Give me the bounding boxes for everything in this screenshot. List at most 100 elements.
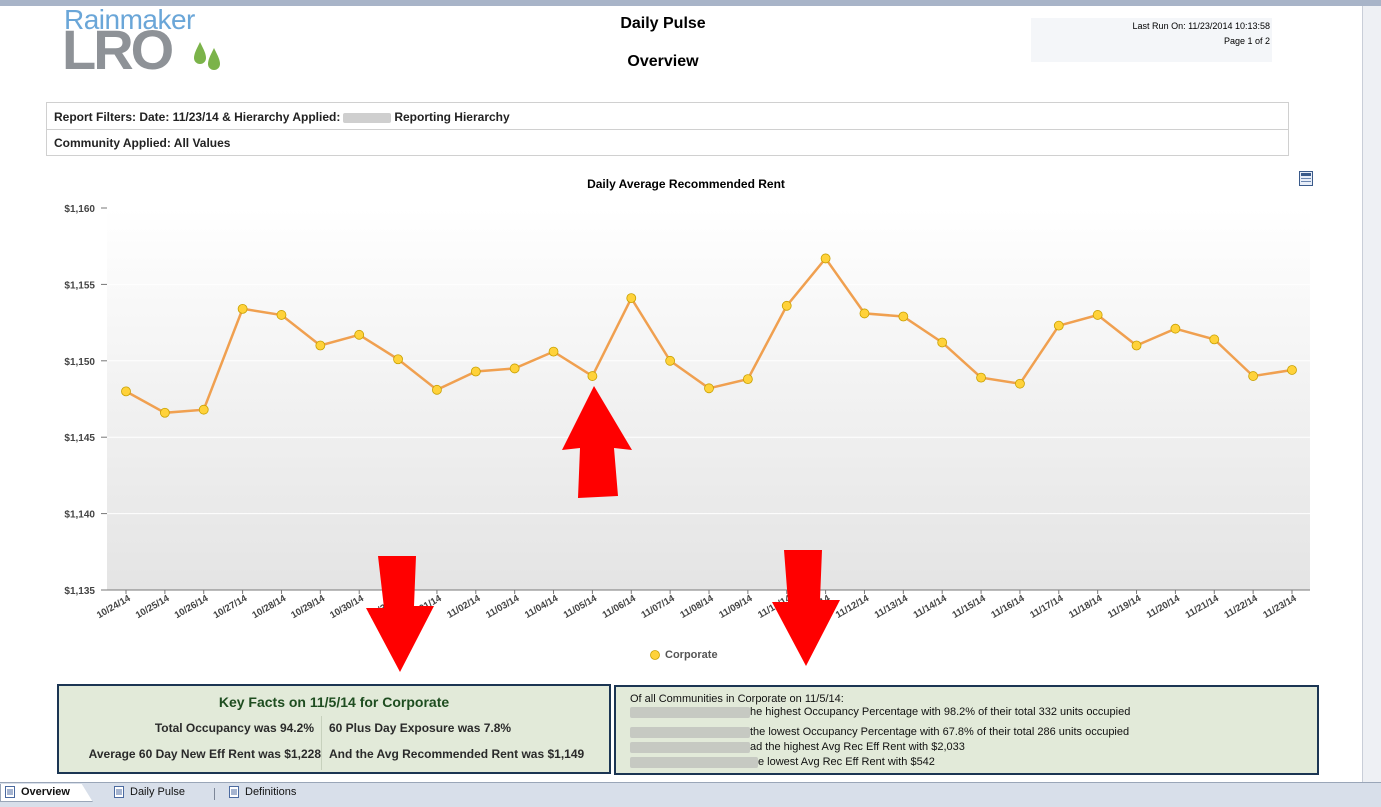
data-point[interactable] bbox=[742, 374, 753, 385]
y-tick-label: $1,145 bbox=[64, 433, 95, 444]
data-point[interactable] bbox=[665, 355, 676, 366]
logo-text-lro: LRO bbox=[62, 18, 174, 81]
data-point[interactable] bbox=[1287, 365, 1297, 375]
data-point[interactable] bbox=[898, 311, 909, 322]
data-point[interactable] bbox=[470, 366, 481, 377]
x-tick-label: 11/23/14 bbox=[1261, 593, 1299, 621]
x-tick-label: 11/04/14 bbox=[523, 593, 561, 621]
key-fact-avg-rec-rent: And the Avg Recommended Rent was $1,149 bbox=[329, 747, 585, 761]
redacted-community-name bbox=[630, 706, 750, 718]
data-point[interactable] bbox=[1015, 378, 1025, 389]
tab-separator bbox=[214, 788, 215, 800]
chart-title: Daily Average Recommended Rent bbox=[587, 177, 785, 191]
legend-marker-corporate bbox=[650, 650, 660, 660]
filter-community-label: Community Applied: All Values bbox=[54, 136, 231, 150]
data-point[interactable] bbox=[159, 407, 170, 418]
data-point[interactable] bbox=[237, 303, 248, 314]
rainmaker-lro-logo: Rainmaker LRO bbox=[62, 2, 232, 81]
x-tick-label: 10/29/14 bbox=[289, 593, 327, 621]
community-lowest-rent: e lowest Avg Rec Eff Rent with $542 bbox=[630, 756, 935, 768]
x-tick-label: 10/28/14 bbox=[250, 593, 288, 621]
data-point[interactable] bbox=[509, 363, 520, 374]
data-point[interactable] bbox=[1170, 323, 1181, 334]
data-point[interactable] bbox=[1209, 334, 1220, 345]
x-tick-label: 11/18/14 bbox=[1067, 593, 1105, 621]
data-point[interactable] bbox=[276, 310, 287, 320]
communities-header: Of all Communities in Corporate on 11/5/… bbox=[630, 693, 844, 705]
filter-hierarchy-suffix: Reporting Hierarchy bbox=[394, 110, 510, 124]
report-title: Daily Pulse bbox=[620, 15, 706, 32]
key-fact-new-eff-rent: Average 60 Day New Eff Rent was $1,228 bbox=[88, 747, 321, 761]
tab-overview[interactable]: Overview bbox=[0, 784, 93, 803]
redacted-community-name bbox=[630, 726, 750, 738]
report-subtitle: Overview bbox=[627, 53, 699, 70]
community-lowest-occupancy-text: the lowest Occupancy Percentage with 67.… bbox=[750, 726, 1130, 738]
data-point[interactable] bbox=[859, 308, 870, 319]
tab-overview-label: Overview bbox=[21, 786, 70, 798]
x-tick-label: 11/21/14 bbox=[1184, 593, 1222, 621]
legend-label-corporate: Corporate bbox=[665, 649, 718, 661]
data-point[interactable] bbox=[198, 404, 209, 415]
document-icon bbox=[114, 786, 124, 799]
x-tick-label: 11/05/14 bbox=[562, 593, 600, 621]
document-icon bbox=[5, 786, 15, 799]
x-tick-label: 11/07/14 bbox=[640, 593, 678, 621]
x-tick-label: 10/30/14 bbox=[328, 593, 366, 621]
filter-row-community: Community Applied: All Values bbox=[47, 129, 1288, 155]
data-point[interactable] bbox=[937, 337, 948, 348]
data-point[interactable] bbox=[1131, 340, 1142, 351]
document-icon bbox=[229, 786, 239, 799]
page-number-text: Page 1 of 2 bbox=[1223, 36, 1270, 46]
x-tick-label: 11/12/14 bbox=[834, 593, 872, 621]
tab-definitions-label: Definitions bbox=[245, 786, 297, 798]
data-point[interactable] bbox=[1248, 371, 1259, 381]
data-point[interactable] bbox=[548, 346, 559, 357]
data-point[interactable] bbox=[820, 253, 831, 264]
filter-row-date-hierarchy: Report Filters: Date: 11/23/14 & Hierarc… bbox=[47, 103, 1288, 130]
x-tick-label: 11/03/14 bbox=[484, 593, 522, 621]
data-point[interactable] bbox=[781, 300, 792, 311]
data-point[interactable] bbox=[432, 384, 442, 395]
data-point[interactable] bbox=[587, 371, 598, 381]
x-tick-label: 11/02/14 bbox=[445, 593, 483, 621]
data-point[interactable] bbox=[121, 386, 131, 397]
data-point[interactable] bbox=[976, 372, 986, 383]
x-tick-label: 10/26/14 bbox=[173, 593, 211, 621]
x-tick-label: 11/08/14 bbox=[678, 593, 716, 621]
x-tick-label: 10/24/14 bbox=[95, 593, 133, 621]
community-highest-occupancy: he highest Occupancy Percentage with 98.… bbox=[630, 706, 1130, 718]
data-point[interactable] bbox=[626, 293, 637, 304]
tab-daily-pulse[interactable]: Daily Pulse bbox=[114, 786, 186, 799]
y-tick-label: $1,140 bbox=[64, 510, 95, 521]
x-tick-label: 11/16/14 bbox=[989, 593, 1027, 621]
key-facts-title: Key Facts on 11/5/14 for Corporate bbox=[218, 694, 450, 710]
community-lowest-occupancy: the lowest Occupancy Percentage with 67.… bbox=[630, 726, 1129, 738]
y-tick-label: $1,150 bbox=[64, 357, 95, 368]
y-tick-label: $1,160 bbox=[64, 204, 95, 215]
key-facts-divider bbox=[321, 716, 322, 770]
redacted-community-name bbox=[630, 756, 758, 768]
tab-definitions[interactable]: Definitions bbox=[229, 786, 297, 799]
filter-date-hierarchy-label: Report Filters: Date: 11/23/14 & Hierarc… bbox=[54, 110, 341, 124]
data-point[interactable] bbox=[1092, 310, 1103, 320]
raindrops-icon bbox=[194, 42, 220, 70]
community-highest-occupancy-text: he highest Occupancy Percentage with 98.… bbox=[750, 706, 1131, 718]
redacted-community-name bbox=[630, 741, 750, 753]
x-tick-label: 10/25/14 bbox=[134, 593, 172, 621]
data-point[interactable] bbox=[1053, 320, 1064, 331]
y-tick-label: $1,155 bbox=[64, 280, 95, 291]
plot-area bbox=[107, 208, 1310, 590]
key-facts-panel: Key Facts on 11/5/14 for Corporate Total… bbox=[57, 684, 611, 774]
x-tick-label: 11/19/14 bbox=[1106, 593, 1144, 621]
x-tick-label: 11/14/14 bbox=[912, 593, 950, 621]
redacted-hierarchy-name bbox=[343, 112, 392, 123]
data-point[interactable] bbox=[315, 340, 326, 351]
data-point[interactable] bbox=[393, 354, 403, 365]
x-tick-label: 11/17/14 bbox=[1028, 593, 1066, 621]
x-tick-label: 11/06/14 bbox=[601, 593, 639, 621]
tab-daily-pulse-label: Daily Pulse bbox=[130, 786, 186, 798]
data-point[interactable] bbox=[704, 383, 714, 394]
community-highest-rent: ad the highest Avg Rec Eff Rent with $2,… bbox=[630, 741, 965, 753]
data-point[interactable] bbox=[354, 329, 365, 340]
daily-avg-recommended-rent-chart: Daily Average Recommended Rent $1,160 $1,… bbox=[64, 177, 1310, 672]
